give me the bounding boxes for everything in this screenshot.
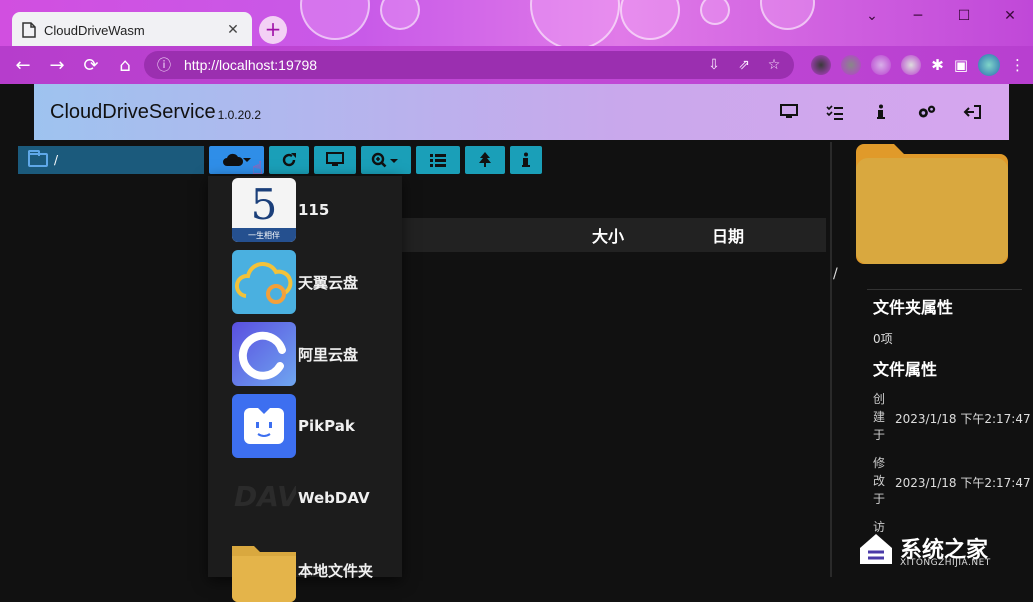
column-size[interactable]: 大小 — [592, 223, 624, 247]
created-value: 2023/1/18 下午2:17:47 — [895, 412, 1031, 426]
info-icon[interactable] — [871, 104, 891, 120]
address-bar[interactable]: ⓘ http://localhost:19798 ⇩ ⇗ ☆ — [144, 51, 794, 79]
minimize-button[interactable]: ─ — [895, 0, 941, 32]
monitor-icon — [326, 152, 344, 166]
browser-tab[interactable]: CloudDriveWasm ✕ — [12, 12, 252, 48]
menu-kebab-icon[interactable]: ⋮ — [1010, 56, 1025, 74]
bookmark-star-icon[interactable]: ☆ — [764, 57, 784, 73]
sidepanel-icon[interactable]: ▣ — [954, 56, 968, 74]
search-dropdown-button[interactable] — [361, 146, 411, 174]
pikpak-logo-icon — [232, 394, 296, 458]
extension-icon[interactable] — [811, 55, 832, 75]
tree-icon — [479, 152, 491, 167]
tab-search-button[interactable]: ⌄ — [849, 0, 895, 32]
menu-item-pikpak[interactable]: PikPak — [232, 394, 400, 458]
app-version: 1.0.20.2 — [217, 108, 261, 122]
extension-icon[interactable] — [901, 55, 922, 75]
decor-bubble — [700, 0, 730, 25]
menu-item-label: WebDAV — [298, 489, 370, 507]
home-icon[interactable]: ⌂ — [108, 48, 142, 82]
details-path: / — [833, 266, 838, 282]
folder-icon — [232, 538, 296, 602]
extension-area: ✱ ▣ ⋮ — [811, 50, 1025, 80]
house-logo-icon — [860, 534, 892, 564]
header-actions — [779, 104, 983, 120]
app-title: CloudDriveService — [50, 100, 216, 123]
info-button[interactable] — [510, 146, 542, 174]
created-label: 创建于 — [873, 392, 886, 442]
menu-item-local-folder[interactable]: 本地文件夹 — [232, 538, 400, 602]
115-logo-icon: 5 一生相伴 — [232, 178, 296, 242]
puzzle-icon[interactable]: ✱ — [931, 56, 944, 74]
tree-view-button[interactable] — [465, 146, 505, 174]
decor-bubble — [300, 0, 370, 40]
close-icon[interactable]: ✕ — [224, 22, 242, 38]
forward-icon[interactable]: → — [40, 48, 74, 82]
window-controls: ⌄ ─ ☐ ✕ — [849, 0, 1033, 32]
site-watermark: 系统之家 XITONGZHIJIA.NET — [856, 522, 1031, 574]
menu-item-aliyun[interactable]: 阿里云盘 — [232, 322, 400, 386]
extension-icon[interactable] — [841, 55, 862, 75]
folder-icon — [28, 150, 48, 167]
aliyun-drive-logo-icon — [232, 322, 296, 386]
url-text: http://localhost:19798 — [184, 57, 318, 73]
maximize-button[interactable]: ☐ — [941, 0, 987, 32]
menu-item-label: 115 — [298, 201, 330, 219]
menu-item-label: 阿里云盘 — [298, 345, 359, 364]
watermark-subtext: XITONGZHIJIA.NET — [900, 558, 991, 568]
back-icon[interactable]: ← — [6, 48, 40, 82]
new-tab-button[interactable]: + — [259, 16, 287, 44]
panel-divider[interactable] — [830, 142, 832, 577]
modified-value: 2023/1/18 下午2:17:47 — [895, 476, 1031, 490]
modified-label: 修改于 — [873, 456, 886, 506]
refresh-icon — [282, 153, 296, 167]
cloud-icon — [222, 153, 251, 166]
list-view-button[interactable] — [416, 146, 460, 174]
share-icon[interactable]: ⇗ — [734, 57, 754, 73]
install-icon[interactable]: ⇩ — [704, 57, 724, 73]
monitor-icon[interactable] — [779, 104, 799, 120]
list-icon — [430, 154, 446, 167]
app-header: CloudDriveService 1.0.20.2 — [34, 84, 1009, 140]
file-properties-title: 文件属性 — [873, 360, 938, 379]
webdav-logo-icon: DAV — [234, 480, 296, 513]
decor-bubble — [620, 0, 680, 40]
refresh-button[interactable] — [269, 146, 309, 174]
page-icon — [22, 22, 36, 38]
decor-bubble — [760, 0, 815, 30]
tianyi-cloud-logo-icon — [232, 250, 296, 314]
extension-icon[interactable] — [871, 55, 892, 75]
logout-icon[interactable] — [963, 104, 983, 120]
decor-bubble — [530, 0, 620, 50]
folder-icon — [856, 144, 1008, 264]
profile-avatar[interactable] — [978, 54, 1000, 76]
monitor-button[interactable] — [314, 146, 356, 174]
sidebar-item-label: / — [54, 153, 59, 167]
info-icon[interactable]: ⓘ — [154, 55, 174, 75]
menu-item-label: PikPak — [298, 417, 355, 435]
browser-titlebar: CloudDriveWasm ✕ + ⌄ ─ ☐ ✕ — [0, 0, 1033, 50]
close-window-button[interactable]: ✕ — [987, 0, 1033, 32]
menu-item-webdav[interactable]: DAV WebDAV — [232, 466, 400, 530]
column-date[interactable]: 日期 — [712, 223, 744, 247]
app-root: CloudDriveService 1.0.20.2 / ☝ 大小 日期 5 一… — [4, 84, 1033, 602]
menu-item-tianyi[interactable]: 天翼云盘 — [232, 250, 400, 314]
info-icon — [522, 152, 530, 167]
divider — [867, 289, 1022, 290]
sidebar-item-root[interactable]: / — [18, 146, 204, 174]
menu-item-label: 天翼云盘 — [298, 273, 359, 292]
gears-icon[interactable] — [917, 104, 937, 120]
item-count: 0项 — [873, 332, 893, 346]
menu-item-115[interactable]: 5 一生相伴 115 — [232, 178, 400, 242]
menu-item-label: 本地文件夹 — [298, 561, 374, 580]
tab-title: CloudDriveWasm — [44, 22, 145, 38]
checklist-icon[interactable] — [825, 104, 845, 120]
folder-properties-title: 文件夹属性 — [873, 298, 954, 317]
zoom-icon — [371, 152, 398, 168]
reload-icon[interactable]: ⟳ — [74, 48, 108, 82]
decor-bubble — [380, 0, 420, 30]
file-list-header: 大小 日期 — [400, 218, 826, 252]
cloud-provider-menu: 5 一生相伴 115 天翼云盘 阿里云盘 PikPak DAV WebDAV 本… — [208, 176, 402, 602]
